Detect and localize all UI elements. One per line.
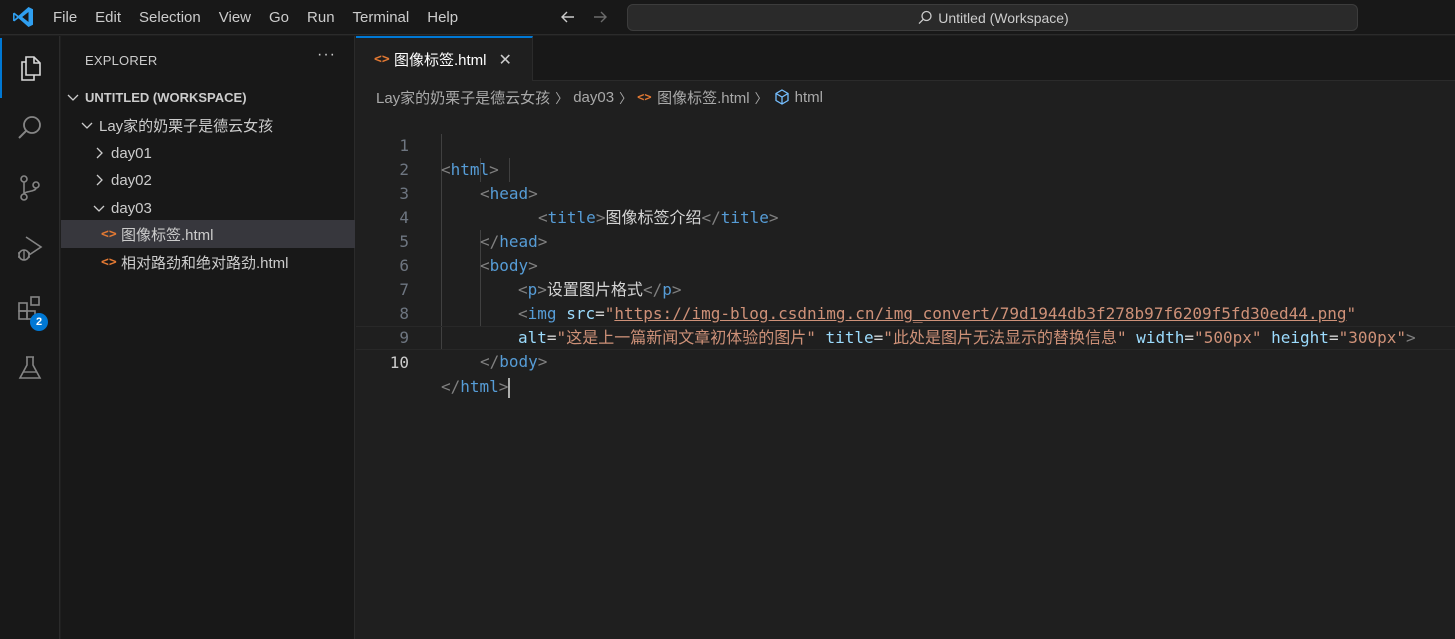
chevron-down-icon bbox=[81, 122, 93, 129]
command-center-search[interactable]: Untitled (Workspace) bbox=[627, 4, 1358, 31]
close-icon[interactable]: ✕ bbox=[499, 50, 512, 70]
source-control-icon bbox=[20, 175, 40, 201]
tree-folder-day02[interactable]: day02 bbox=[61, 166, 355, 194]
workspace-header[interactable]: UNTITLED (WORKSPACE) bbox=[61, 83, 355, 111]
folder-label: day01 bbox=[111, 144, 152, 162]
folder-label: Lay家的奶栗子是德云女孩 bbox=[99, 117, 274, 135]
code-line: 1 <html> bbox=[356, 110, 1455, 179]
explorer-button[interactable] bbox=[0, 38, 60, 98]
file-label: 相对路劲和绝对路劲.html bbox=[121, 254, 289, 272]
chevron-right-icon: 〉 bbox=[754, 90, 768, 106]
sidebar-title: EXPLORER bbox=[85, 53, 158, 68]
testing-button[interactable] bbox=[0, 338, 60, 398]
chevron-right-icon bbox=[96, 174, 103, 186]
extensions-badge: 2 bbox=[30, 313, 48, 331]
workspace-label: UNTITLED (WORKSPACE) bbox=[85, 89, 247, 105]
text-cursor bbox=[508, 377, 511, 398]
run-debug-icon bbox=[18, 236, 43, 261]
folder-label: day03 bbox=[111, 199, 152, 217]
explorer-icon bbox=[21, 56, 41, 81]
tree-file-paths[interactable]: <> 相对路劲和绝对路劲.html bbox=[61, 248, 355, 276]
chevron-right-icon: 〉 bbox=[619, 90, 633, 106]
tree-folder-day03[interactable]: day03 bbox=[61, 194, 355, 222]
chevron-right-icon: 〉 bbox=[555, 90, 569, 106]
html-file-icon: <> bbox=[101, 226, 117, 242]
code-line-current: 10 </html> bbox=[356, 326, 1455, 398]
breadcrumb-folder[interactable]: Lay家的奶栗子是德云女孩 bbox=[376, 87, 550, 108]
html-file-icon: <> bbox=[101, 254, 117, 270]
testing-icon bbox=[18, 356, 42, 379]
tab-image-tag-html[interactable]: <> 图像标签.html ✕ bbox=[356, 36, 533, 81]
code-line: 7 <img src="https://img-blog.csdnimg.cn/… bbox=[356, 254, 1455, 323]
tree-folder-day01[interactable]: day01 bbox=[61, 139, 355, 167]
search-button[interactable] bbox=[0, 98, 60, 158]
activity-bar: 2 bbox=[0, 36, 60, 639]
source-control-button[interactable] bbox=[0, 158, 60, 218]
code-line: 9 </body> bbox=[356, 302, 1455, 371]
back-arrow-icon[interactable] bbox=[558, 7, 578, 27]
more-actions-button[interactable]: ··· bbox=[317, 46, 336, 64]
file-label: 图像标签.html bbox=[121, 226, 214, 244]
breadcrumb-symbol[interactable]: html bbox=[795, 89, 823, 106]
menu-view[interactable]: View bbox=[210, 0, 260, 35]
menu-help[interactable]: Help bbox=[418, 0, 467, 35]
code-line: 3 <title>图像标签介绍</title> bbox=[356, 158, 1455, 227]
chevron-down-icon bbox=[67, 94, 79, 101]
run-debug-button[interactable] bbox=[0, 218, 60, 278]
tab-label: 图像标签.html bbox=[394, 52, 487, 69]
breadcrumb-subfolder[interactable]: day03 bbox=[573, 89, 614, 106]
search-text: Untitled (Workspace) bbox=[938, 9, 1069, 26]
code-line: 4 </head> bbox=[356, 182, 1455, 251]
forward-arrow-icon[interactable] bbox=[590, 7, 610, 27]
tree-folder-root[interactable]: Lay家的奶栗子是德云女孩 bbox=[61, 111, 355, 139]
code-line: 5 <body> bbox=[356, 206, 1455, 275]
chevron-right-icon bbox=[96, 147, 103, 159]
html-file-icon: <> bbox=[637, 90, 652, 104]
code-line: 6 <p>设置图片格式</p> bbox=[356, 230, 1455, 299]
line-number: 10 bbox=[389, 353, 409, 372]
breadcrumb: Lay家的奶栗子是德云女孩 〉 day03 〉 <> 图像标签.html 〉 h… bbox=[376, 86, 823, 108]
code-editor[interactable]: 1 <html> 2 <head> 3 <title>图像标签介绍</title… bbox=[356, 110, 1455, 590]
menu-bar: File Edit Selection View Go Run Terminal… bbox=[44, 0, 467, 35]
menu-selection[interactable]: Selection bbox=[130, 0, 210, 35]
search-icon bbox=[918, 10, 932, 24]
symbol-element-icon bbox=[774, 89, 789, 105]
menu-file[interactable]: File bbox=[44, 0, 86, 35]
menu-edit[interactable]: Edit bbox=[86, 0, 130, 35]
extensions-button[interactable]: 2 bbox=[0, 278, 60, 338]
tree-file-image-tag[interactable]: <> 图像标签.html bbox=[61, 220, 355, 248]
folder-label: day02 bbox=[111, 171, 152, 189]
tab-bar: <> 图像标签.html ✕ bbox=[356, 36, 1455, 81]
chevron-down-icon bbox=[93, 205, 105, 212]
explorer-sidebar: EXPLORER ··· UNTITLED (WORKSPACE) Lay家的奶… bbox=[61, 36, 355, 639]
vscode-logo-icon bbox=[13, 7, 33, 27]
title-bar: File Edit Selection View Go Run Terminal… bbox=[0, 0, 1455, 35]
menu-terminal[interactable]: Terminal bbox=[344, 0, 419, 35]
editor-area: <> 图像标签.html ✕ Lay家的奶栗子是德云女孩 〉 day03 〉 <… bbox=[356, 36, 1455, 639]
breadcrumb-file[interactable]: 图像标签.html bbox=[657, 87, 750, 108]
search-icon bbox=[18, 116, 41, 139]
code-line: 2 <head> bbox=[356, 134, 1455, 203]
code-line: 8 alt="这是上一篇新闻文章初体验的图片" title="此处是图片无法显示… bbox=[356, 278, 1455, 347]
menu-go[interactable]: Go bbox=[260, 0, 298, 35]
html-file-icon: <> bbox=[374, 52, 390, 67]
menu-run[interactable]: Run bbox=[298, 0, 344, 35]
